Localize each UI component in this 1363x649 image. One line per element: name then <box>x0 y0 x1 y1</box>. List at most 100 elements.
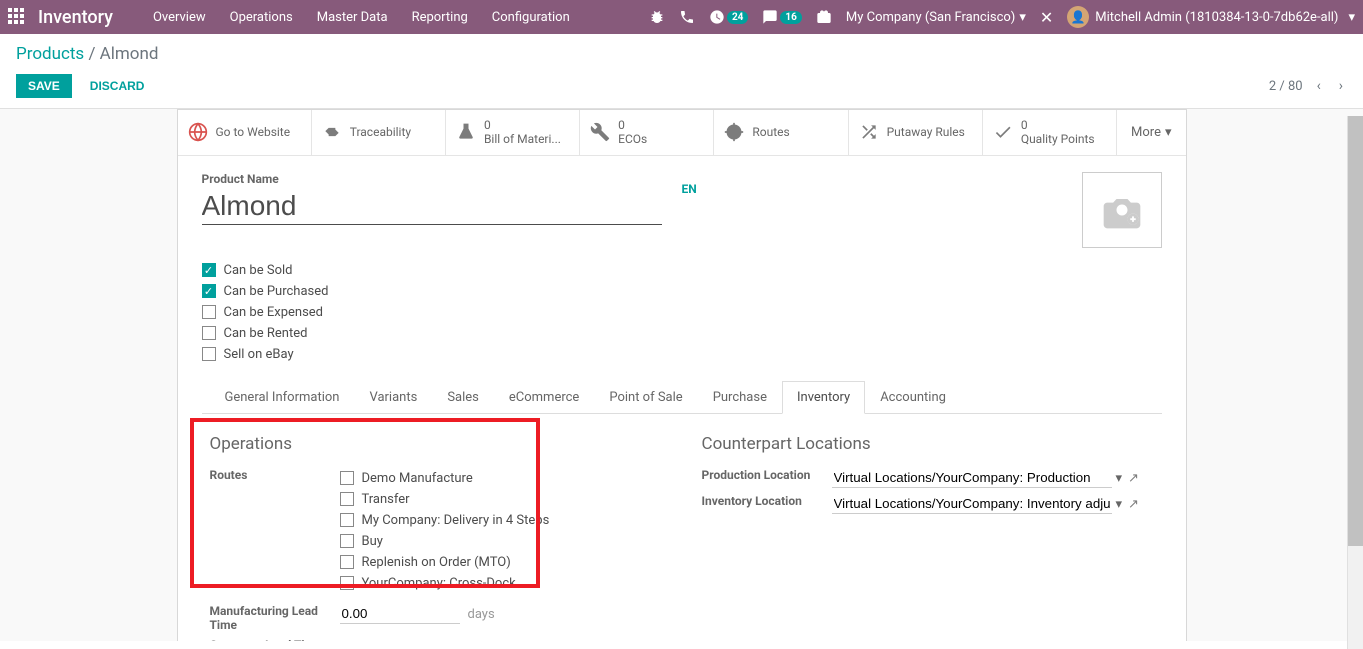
menu-operations[interactable]: Operations <box>220 2 303 33</box>
counterpart-title: Counterpart Locations <box>702 434 1154 454</box>
checkbox[interactable] <box>202 263 216 277</box>
stat-quality[interactable]: 0Quality Points <box>983 110 1117 155</box>
routes-label: Routes <box>210 468 340 482</box>
bug-icon[interactable] <box>649 9 665 25</box>
check-can-be-sold[interactable]: Can be Sold <box>202 260 1162 281</box>
tab-variants[interactable]: Variants <box>354 381 432 414</box>
pager-text[interactable]: 2 / 80 <box>1269 79 1303 94</box>
user-menu[interactable]: 👤 Mitchell Admin (1810384-13-0-7db62e-al… <box>1067 6 1355 28</box>
inv-loc-label: Inventory Location <box>702 494 832 508</box>
wrench-icon <box>590 122 610 142</box>
apps-icon[interactable] <box>8 8 26 26</box>
form-sheet: Go to Website Traceability 0Bill of Mate… <box>177 109 1187 641</box>
stat-buttons: Go to Website Traceability 0Bill of Mate… <box>178 110 1186 156</box>
avatar: 👤 <box>1067 6 1089 28</box>
route-item[interactable]: YourCompany: Cross-Dock <box>340 573 662 594</box>
routes-list: Demo ManufactureTransferMy Company: Deli… <box>340 468 662 594</box>
product-name-label: Product Name <box>202 172 1066 186</box>
scrollbar[interactable] <box>1347 116 1363 649</box>
tab-accounting[interactable]: Accounting <box>865 381 961 414</box>
stat-more[interactable]: More ▾ <box>1117 110 1185 155</box>
menu-reporting[interactable]: Reporting <box>402 2 478 33</box>
flask-icon <box>456 122 476 142</box>
checkbox[interactable] <box>340 576 354 590</box>
shuffle-icon <box>859 122 879 142</box>
chevron-down-icon[interactable]: ▾ <box>1116 471 1123 486</box>
prod-loc-label: Production Location <box>702 468 832 482</box>
clock-icon[interactable]: 24 <box>709 9 748 25</box>
discard-button[interactable]: Discard <box>78 74 157 98</box>
check-can-be-expensed[interactable]: Can be Expensed <box>202 302 1162 323</box>
lang-button[interactable]: EN <box>682 182 697 196</box>
scroll-thumb[interactable] <box>1348 116 1363 546</box>
checkbox[interactable] <box>202 305 216 319</box>
mlt-input[interactable] <box>340 604 460 624</box>
breadcrumb-parent[interactable]: Products <box>16 44 84 64</box>
clock-badge: 24 <box>727 11 748 24</box>
save-button[interactable]: Save <box>16 74 72 98</box>
external-link-icon[interactable]: ↗ <box>1128 497 1139 512</box>
route-item[interactable]: My Company: Delivery in 4 Steps <box>340 510 662 531</box>
tab-sales[interactable]: Sales <box>432 381 494 414</box>
breadcrumb-current: Almond <box>100 44 159 64</box>
tab-ecommerce[interactable]: eCommerce <box>494 381 594 414</box>
pager: 2 / 80 ‹ › <box>1269 74 1347 98</box>
tab-general-information[interactable]: General Information <box>210 381 355 414</box>
checkbox[interactable] <box>202 347 216 361</box>
product-checks: Can be SoldCan be PurchasedCan be Expens… <box>202 260 1162 365</box>
stat-putaway[interactable]: Putaway Rules <box>849 110 983 155</box>
product-image[interactable] <box>1082 172 1162 248</box>
menu-configuration[interactable]: Configuration <box>482 2 580 33</box>
chevron-down-icon[interactable]: ▾ <box>1116 497 1123 512</box>
check-can-be-purchased[interactable]: Can be Purchased <box>202 281 1162 302</box>
check-icon <box>993 122 1013 142</box>
menu-master-data[interactable]: Master Data <box>307 2 398 33</box>
checkbox[interactable] <box>202 284 216 298</box>
checkbox[interactable] <box>340 471 354 485</box>
stat-website[interactable]: Go to Website <box>178 110 312 155</box>
external-link-icon[interactable]: ↗ <box>1128 471 1139 486</box>
tab-inventory[interactable]: Inventory <box>782 381 865 414</box>
checkbox[interactable] <box>202 326 216 340</box>
close-icon[interactable]: ✕ <box>1040 8 1053 27</box>
gift-icon[interactable] <box>816 9 832 25</box>
check-can-be-rented[interactable]: Can be Rented <box>202 323 1162 344</box>
checkbox[interactable] <box>340 492 354 506</box>
nav-menu: Overview Operations Master Data Reportin… <box>143 2 580 33</box>
gears-icon <box>724 122 744 142</box>
product-name-input[interactable] <box>202 188 662 225</box>
route-item[interactable]: Replenish on Order (MTO) <box>340 552 662 573</box>
checkbox[interactable] <box>340 555 354 569</box>
chat-icon[interactable]: 16 <box>762 9 801 25</box>
route-item[interactable]: Demo Manufacture <box>340 468 662 489</box>
tab-purchase[interactable]: Purchase <box>698 381 782 414</box>
menu-overview[interactable]: Overview <box>143 2 216 33</box>
top-nav: Inventory Overview Operations Master Dat… <box>0 0 1363 34</box>
stat-ecos[interactable]: 0ECOs <box>580 110 714 155</box>
arrows-icon <box>322 122 342 142</box>
phone-icon[interactable] <box>679 9 695 25</box>
breadcrumb: Products / Almond <box>16 44 1347 64</box>
pager-next[interactable]: › <box>1335 74 1347 98</box>
stat-bom[interactable]: 0Bill of Materi... <box>446 110 580 155</box>
company-selector[interactable]: My Company (San Francisco) ▾ <box>846 10 1026 25</box>
checkbox[interactable] <box>340 513 354 527</box>
clt-label: Customer Lead Time <box>210 638 340 641</box>
tab-point-of-sale[interactable]: Point of Sale <box>594 381 697 414</box>
stat-traceability[interactable]: Traceability <box>312 110 446 155</box>
check-sell-on-ebay[interactable]: Sell on eBay <box>202 344 1162 365</box>
nav-right: 24 16 My Company (San Francisco) ▾ ✕ 👤 M… <box>649 6 1355 28</box>
route-item[interactable]: Buy <box>340 531 662 552</box>
pager-prev[interactable]: ‹ <box>1313 74 1325 98</box>
chat-badge: 16 <box>780 11 801 24</box>
route-item[interactable]: Transfer <box>340 489 662 510</box>
camera-icon <box>1100 188 1144 232</box>
clt-input[interactable] <box>340 638 460 641</box>
app-title[interactable]: Inventory <box>38 7 113 28</box>
checkbox[interactable] <box>340 534 354 548</box>
prod-loc-input[interactable] <box>832 468 1112 488</box>
inv-loc-input[interactable] <box>832 494 1112 514</box>
tabs: General InformationVariantsSaleseCommerc… <box>202 381 1162 414</box>
globe-icon <box>188 122 208 142</box>
stat-routes[interactable]: Routes <box>714 110 848 155</box>
